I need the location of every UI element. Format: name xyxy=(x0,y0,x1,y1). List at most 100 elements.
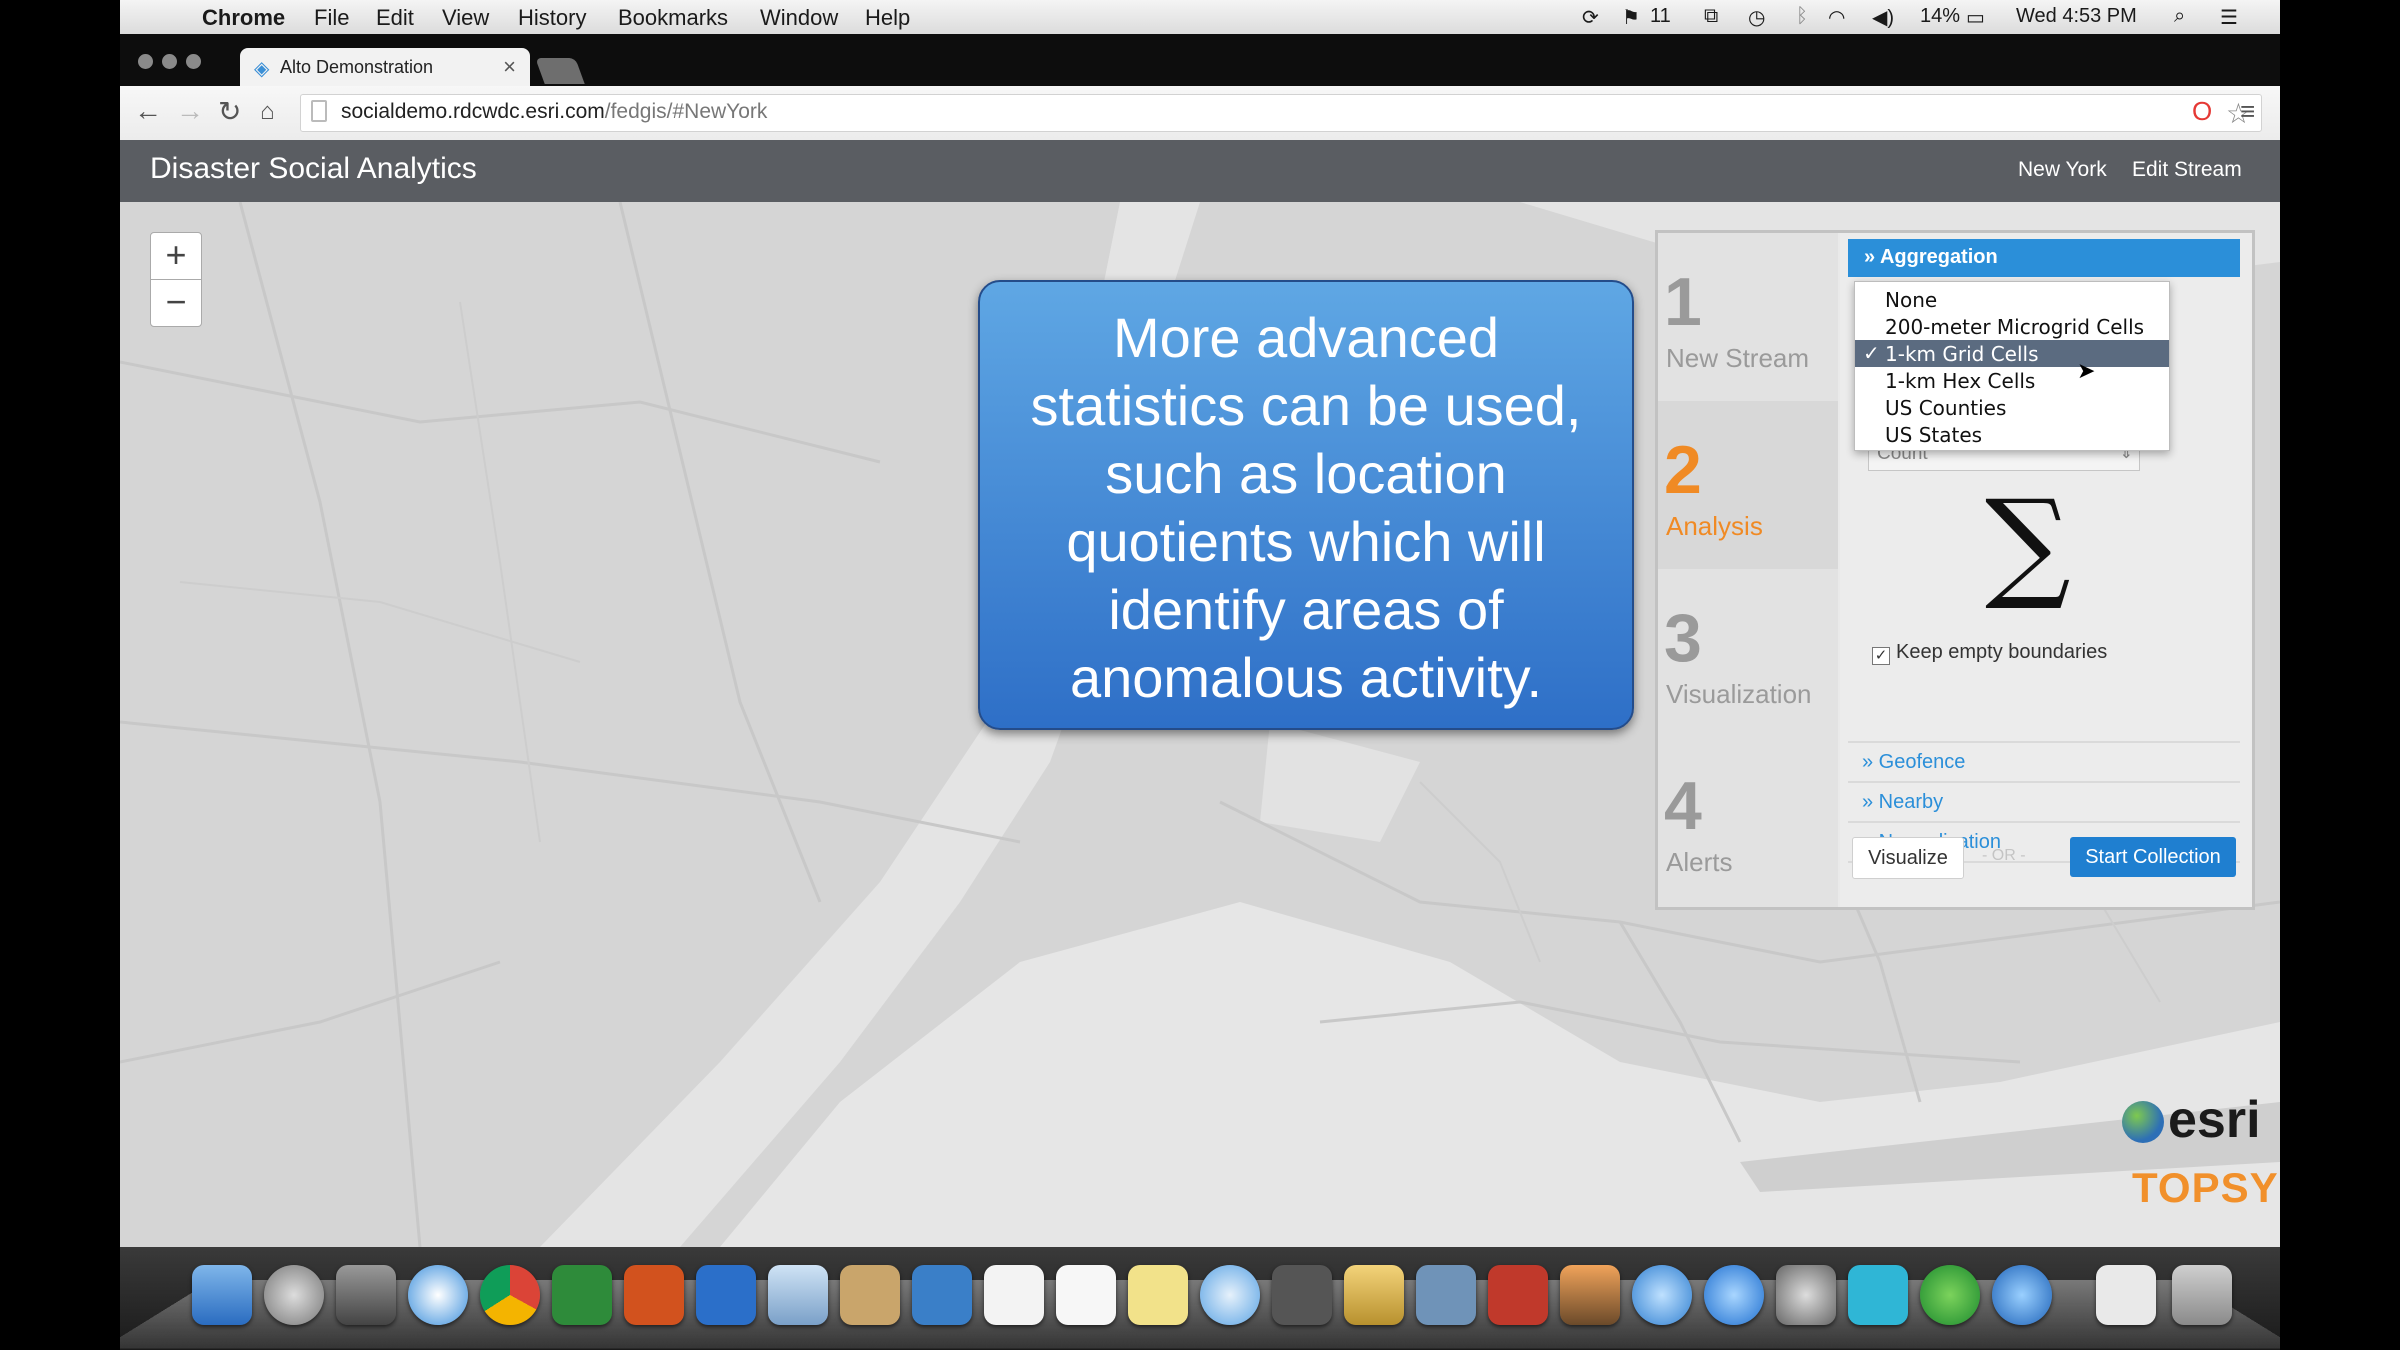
powerpoint-icon[interactable] xyxy=(624,1265,684,1325)
excel-icon[interactable] xyxy=(552,1265,612,1325)
visualize-button[interactable]: Visualize xyxy=(1852,837,1964,879)
sync-icon[interactable]: ⟳ xyxy=(1582,5,1599,30)
keep-empty-boundaries[interactable]: ✓ Keep empty boundaries xyxy=(1872,641,2107,665)
option-label: 1-km Hex Cells xyxy=(1885,369,2036,393)
close-window-button[interactable] xyxy=(138,54,153,69)
notification-center-icon[interactable]: ☰ xyxy=(2220,5,2238,30)
minimize-window-button[interactable] xyxy=(162,54,177,69)
step-number: 1 xyxy=(1664,264,1702,340)
iphoto-icon[interactable] xyxy=(1560,1265,1620,1325)
word-icon[interactable] xyxy=(696,1265,756,1325)
analysis-panel: » Aggregation Count ⇕ ∑ ✓ Keep empty boun… xyxy=(1840,233,2252,907)
time-machine-icon[interactable]: ◷ xyxy=(1748,5,1765,30)
section-geofence[interactable]: » Geofence xyxy=(1848,741,2240,781)
bluetooth-icon[interactable]: ᛒ xyxy=(1796,5,1808,28)
facetime-icon[interactable] xyxy=(1272,1265,1332,1325)
notification-icon[interactable]: ⚑ xyxy=(1622,5,1640,30)
opera-extension-icon[interactable]: O xyxy=(2192,96,2212,127)
checkmark-icon: ✓ xyxy=(1863,341,1880,365)
menu-view[interactable]: View xyxy=(442,5,489,31)
esri-wordmark: esri xyxy=(2168,1091,2261,1149)
start-collection-button[interactable]: Start Collection xyxy=(2070,837,2236,877)
lync-icon[interactable] xyxy=(1848,1265,1908,1325)
tab-close-icon[interactable]: × xyxy=(503,54,516,80)
menu-history[interactable]: History xyxy=(518,5,586,31)
step-visualization[interactable]: 3 Visualization xyxy=(1658,569,1838,739)
battery-icon[interactable]: ▭ xyxy=(1966,5,1985,30)
postgres-icon[interactable] xyxy=(1416,1265,1476,1325)
option-1km-grid[interactable]: ✓ 1-km Grid Cells xyxy=(1855,340,2169,367)
step-new-stream[interactable]: 1 New Stream xyxy=(1658,233,1838,403)
nav-new-york[interactable]: New York xyxy=(2018,158,2107,182)
map[interactable]: + − More advanced statistics can be used… xyxy=(120,202,2280,1247)
keep-empty-checkbox[interactable]: ✓ xyxy=(1872,647,1890,665)
menu-help[interactable]: Help xyxy=(865,5,910,31)
menu-edit[interactable]: Edit xyxy=(376,5,414,31)
back-icon[interactable]: ← xyxy=(134,95,162,127)
aggregation-header[interactable]: » Aggregation xyxy=(1848,239,2240,277)
database-icon[interactable] xyxy=(1344,1265,1404,1325)
forward-icon[interactable]: → xyxy=(176,95,204,127)
option-us-counties[interactable]: US Counties xyxy=(1855,394,2169,421)
keep-empty-label: Keep empty boundaries xyxy=(1896,641,2108,663)
volume-icon[interactable]: ◀) xyxy=(1872,5,1894,30)
step-label: Analysis xyxy=(1666,511,1763,541)
mission-control-icon[interactable] xyxy=(336,1265,396,1325)
step-alerts[interactable]: 4 Alerts xyxy=(1658,737,1838,907)
nav-edit-stream[interactable]: Edit Stream xyxy=(2132,158,2242,182)
browser-tab[interactable]: ◈ Alto Demonstration × xyxy=(240,48,530,86)
step-label: Alerts xyxy=(1666,847,1733,877)
option-microgrid[interactable]: 200-meter Microgrid Cells xyxy=(1855,313,2169,340)
step-number: 4 xyxy=(1664,768,1702,844)
finder-icon[interactable] xyxy=(192,1265,252,1325)
reload-icon[interactable]: ↻ xyxy=(218,95,241,128)
itunes-icon[interactable] xyxy=(1632,1265,1692,1325)
zoom-out-button[interactable]: − xyxy=(150,279,202,327)
wifi-icon[interactable]: ◠ xyxy=(1828,5,1845,30)
option-none[interactable]: None xyxy=(1855,286,2169,313)
zoom-in-button[interactable]: + xyxy=(150,232,202,280)
step-number: 2 xyxy=(1664,432,1702,508)
chrome-menu-icon[interactable]: ≡ xyxy=(2240,96,2255,127)
menu-window[interactable]: Window xyxy=(760,5,838,31)
clock[interactable]: Wed 4:53 PM xyxy=(2016,5,2137,28)
menu-bookmarks[interactable]: Bookmarks xyxy=(618,5,728,31)
menu-file[interactable]: File xyxy=(314,5,349,31)
app-store-icon[interactable] xyxy=(1704,1265,1764,1325)
zoom-window-button[interactable] xyxy=(186,54,201,69)
option-1km-hex[interactable]: 1-km Hex Cells xyxy=(1855,367,2169,394)
books-icon[interactable] xyxy=(1488,1265,1548,1325)
quicktime-icon[interactable] xyxy=(1992,1265,2052,1325)
mail-icon[interactable] xyxy=(768,1265,828,1325)
arcgis-icon[interactable] xyxy=(912,1265,972,1325)
menu-app-name[interactable]: Chrome xyxy=(202,5,285,31)
notes-icon[interactable] xyxy=(1128,1265,1188,1325)
contacts-icon[interactable] xyxy=(840,1265,900,1325)
app-header: Disaster Social Analytics New York Edit … xyxy=(120,140,2280,202)
section-nearby[interactable]: » Nearby xyxy=(1848,781,2240,821)
topsy-logo: TOPSY xyxy=(2132,1164,2279,1211)
launchpad-icon[interactable] xyxy=(264,1265,324,1325)
url-host: socialdemo.rdcwdc.esri.com xyxy=(341,100,605,123)
chrome-icon[interactable] xyxy=(480,1265,540,1325)
screens-icon[interactable]: ⧉ xyxy=(1704,5,1718,28)
reminders-icon[interactable] xyxy=(1056,1265,1116,1325)
tab-title: Alto Demonstration xyxy=(280,57,434,77)
notification-count: 11 xyxy=(1650,5,1671,27)
home-icon[interactable]: ⌂ xyxy=(260,98,275,126)
messages-icon[interactable] xyxy=(1200,1265,1260,1325)
system-preferences-icon[interactable] xyxy=(1776,1265,1836,1325)
aggregation-dropdown[interactable]: None 200-meter Microgrid Cells ✓ 1-km Gri… xyxy=(1854,281,2170,451)
address-bar[interactable]: socialdemo.rdcwdc.esri.com/fedgis/#NewYo… xyxy=(300,94,2262,132)
spotify-icon[interactable] xyxy=(1920,1265,1980,1325)
option-us-states[interactable]: US States xyxy=(1855,421,2169,448)
new-tab-button[interactable] xyxy=(535,58,585,84)
callout-text: More advanced statistics can be used, su… xyxy=(1030,306,1582,709)
safari-icon[interactable] xyxy=(408,1265,468,1325)
trash-icon[interactable] xyxy=(2172,1265,2232,1325)
calendar-icon[interactable] xyxy=(984,1265,1044,1325)
step-analysis[interactable]: 2 Analysis xyxy=(1658,401,1838,571)
tab-favicon-icon: ◈ xyxy=(254,58,270,80)
document-icon[interactable] xyxy=(2096,1265,2156,1325)
spotlight-icon[interactable]: ⌕ xyxy=(2174,5,2185,28)
